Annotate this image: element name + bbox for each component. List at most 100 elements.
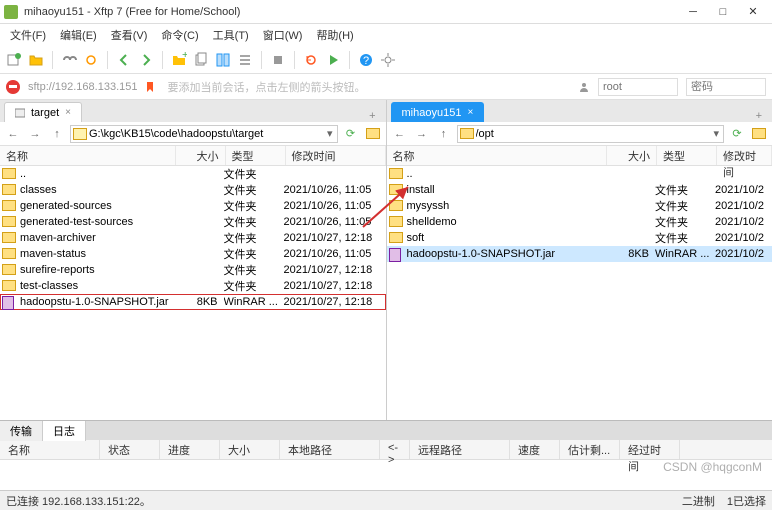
refresh-icon[interactable]	[303, 52, 319, 68]
tab-close-icon[interactable]: ×	[65, 107, 71, 118]
file-date: 2021/10/2	[715, 232, 770, 244]
remote-tab[interactable]: mihaoyu151 ×	[391, 102, 485, 122]
file-row[interactable]: maven-status文件夹2021/10/26, 11:05	[0, 246, 386, 262]
menu-command[interactable]: 命令(C)	[155, 25, 204, 45]
local-tab[interactable]: target ×	[4, 102, 82, 122]
th-size[interactable]: 大小	[220, 440, 280, 459]
th-elapsed[interactable]: 经过时间	[620, 440, 680, 459]
menu-file[interactable]: 文件(F)	[4, 25, 52, 45]
tab-close-icon[interactable]: ×	[467, 107, 473, 118]
remote-pane: mihaoyu151 × + ← → ↑ ▾ ⟳ 名称 大小 类型 修改时间 .…	[387, 100, 772, 420]
file-row[interactable]: mysyssh文件夹2021/10/2	[387, 198, 772, 214]
remote-path-box[interactable]: ▾	[457, 125, 725, 143]
th-remote[interactable]: 远程路径	[410, 440, 510, 459]
col-date[interactable]: 修改时间	[717, 146, 772, 165]
th-progress[interactable]: 进度	[160, 440, 220, 459]
arrow-right-icon[interactable]	[138, 52, 154, 68]
th-status[interactable]: 状态	[100, 440, 160, 459]
bookmark-icon[interactable]	[145, 82, 155, 92]
open-icon[interactable]	[28, 52, 44, 68]
new-folder-icon[interactable]	[364, 125, 382, 143]
col-type[interactable]: 类型	[226, 146, 286, 165]
back-button[interactable]: ←	[391, 125, 409, 143]
file-name: soft	[407, 232, 606, 244]
th-dir[interactable]: <->	[380, 440, 410, 459]
window-title: mihaoyu151 - Xftp 7 (Free for Home/Schoo…	[24, 6, 678, 18]
file-name: generated-test-sources	[20, 216, 174, 228]
remote-filelist[interactable]: ..install文件夹2021/10/2mysyssh文件夹2021/10/2…	[387, 166, 772, 420]
link-icon[interactable]	[61, 52, 77, 68]
copy-icon[interactable]	[193, 52, 209, 68]
settings-icon[interactable]	[380, 52, 396, 68]
back-button[interactable]: ←	[4, 125, 22, 143]
local-path-box[interactable]: ▾	[70, 125, 338, 143]
list-icon[interactable]	[237, 52, 253, 68]
col-name[interactable]: 名称	[387, 146, 608, 165]
menu-help[interactable]: 帮助(H)	[310, 25, 359, 45]
new-folder-icon[interactable]	[750, 125, 768, 143]
play-icon[interactable]	[325, 52, 341, 68]
new-tab-button[interactable]: +	[750, 110, 768, 122]
svg-text:?: ?	[363, 55, 369, 67]
refresh-icon[interactable]: ⟳	[728, 125, 746, 143]
menu-window[interactable]: 窗口(W)	[257, 25, 309, 45]
file-type: 文件夹	[224, 214, 284, 230]
col-name[interactable]: 名称	[0, 146, 176, 165]
new-folder-icon[interactable]: +	[171, 52, 187, 68]
dropdown-icon[interactable]: ▾	[325, 127, 335, 140]
local-path-input[interactable]	[89, 128, 323, 140]
col-size[interactable]: 大小	[176, 146, 226, 165]
file-name: test-classes	[20, 280, 174, 292]
file-row[interactable]: ..文件夹	[0, 166, 386, 182]
arrow-left-icon[interactable]	[116, 52, 132, 68]
folder-icon	[2, 184, 16, 196]
refresh-icon[interactable]: ⟳	[342, 125, 360, 143]
col-date[interactable]: 修改时间	[286, 146, 386, 165]
new-tab-button[interactable]: +	[363, 110, 381, 122]
file-row[interactable]: hadoopstu-1.0-SNAPSHOT.jar8KBWinRAR ...2…	[387, 246, 772, 262]
remote-path-input[interactable]	[476, 128, 710, 140]
th-speed[interactable]: 速度	[510, 440, 560, 459]
layout-icon[interactable]	[215, 52, 231, 68]
file-row[interactable]: test-classes文件夹2021/10/27, 12:18	[0, 278, 386, 294]
menu-view[interactable]: 查看(V)	[105, 25, 154, 45]
file-row[interactable]: hadoopstu-1.0-SNAPSHOT.jar8KBWinRAR ...2…	[0, 294, 386, 310]
tab-log[interactable]: 日志	[43, 421, 86, 441]
file-name: surefire-reports	[20, 264, 174, 276]
close-button[interactable]: ✕	[738, 2, 768, 22]
file-row[interactable]: maven-archiver文件夹2021/10/27, 12:18	[0, 230, 386, 246]
minimize-button[interactable]: ─	[678, 2, 708, 22]
file-row[interactable]: soft文件夹2021/10/2	[387, 230, 772, 246]
forward-button[interactable]: →	[413, 125, 431, 143]
menu-tools[interactable]: 工具(T)	[207, 25, 255, 45]
file-row[interactable]: generated-sources文件夹2021/10/26, 11:05	[0, 198, 386, 214]
file-row[interactable]: surefire-reports文件夹2021/10/27, 12:18	[0, 262, 386, 278]
file-row[interactable]: shelldemo文件夹2021/10/2	[387, 214, 772, 230]
up-button[interactable]: ↑	[48, 125, 66, 143]
col-size[interactable]: 大小	[607, 146, 657, 165]
help-icon[interactable]: ?	[358, 52, 374, 68]
dropdown-icon[interactable]: ▾	[711, 127, 721, 140]
menu-edit[interactable]: 编辑(E)	[54, 25, 103, 45]
up-button[interactable]: ↑	[435, 125, 453, 143]
username-input[interactable]	[598, 78, 678, 96]
th-local[interactable]: 本地路径	[280, 440, 380, 459]
tab-transfer[interactable]: 传输	[0, 421, 43, 441]
folder-icon	[389, 184, 403, 196]
file-row[interactable]: ..	[387, 166, 772, 182]
sftp-url[interactable]: sftp://192.168.133.151	[28, 81, 137, 93]
forward-button[interactable]: →	[26, 125, 44, 143]
th-name[interactable]: 名称	[0, 440, 100, 459]
new-session-icon[interactable]	[6, 52, 22, 68]
local-filelist[interactable]: ..文件夹classes文件夹2021/10/26, 11:05generate…	[0, 166, 386, 420]
col-type[interactable]: 类型	[657, 146, 717, 165]
file-type: 文件夹	[655, 198, 715, 214]
file-row[interactable]: install文件夹2021/10/2	[387, 182, 772, 198]
stop-icon[interactable]	[270, 52, 286, 68]
password-input[interactable]	[686, 78, 766, 96]
file-row[interactable]: classes文件夹2021/10/26, 11:05	[0, 182, 386, 198]
file-row[interactable]: generated-test-sources文件夹2021/10/26, 11:…	[0, 214, 386, 230]
maximize-button[interactable]: □	[708, 2, 738, 22]
sync-icon[interactable]	[83, 52, 99, 68]
th-eta[interactable]: 估计剩...	[560, 440, 620, 459]
